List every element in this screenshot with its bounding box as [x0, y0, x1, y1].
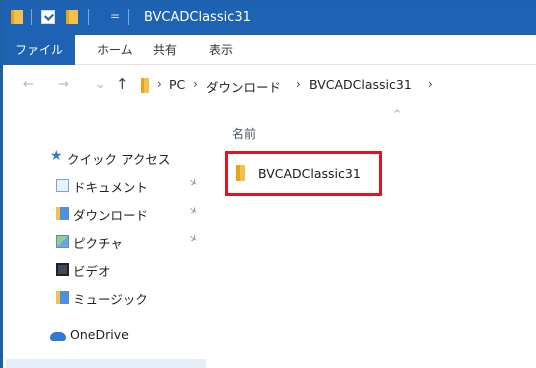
sidebar-item-label: ドキュメント: [73, 180, 149, 195]
sidebar-item-this-pc-partial[interactable]: [6, 359, 206, 368]
chevron-right-icon[interactable]: ›: [428, 77, 433, 91]
sidebar-item-label: OneDrive: [70, 327, 129, 342]
back-button[interactable]: ←: [23, 77, 34, 92]
pictures-icon: [56, 235, 69, 248]
pin-icon: ✈: [186, 176, 200, 191]
ribbon-tabs: ファイル ホーム 共有 表示: [3, 35, 536, 65]
address-folder-icon: [141, 78, 149, 93]
sidebar-item-label: ミュージック: [73, 292, 148, 307]
tab-share[interactable]: 共有: [153, 35, 177, 65]
new-folder-icon[interactable]: [66, 10, 78, 24]
recent-locations-button[interactable]: ⌄: [95, 77, 106, 92]
title-separator: [31, 9, 32, 25]
column-header-name[interactable]: 名前: [232, 125, 256, 142]
highlight-box: [225, 151, 382, 196]
tab-home[interactable]: ホーム: [97, 35, 133, 65]
chevron-right-icon[interactable]: ›: [157, 77, 162, 91]
properties-check-icon[interactable]: [41, 10, 55, 24]
pin-icon: ✈: [186, 204, 200, 219]
sidebar-item-label: ビデオ: [73, 264, 111, 279]
chevron-right-icon[interactable]: ›: [296, 77, 301, 91]
title-bar: = BVCADClassic31: [3, 1, 536, 35]
customize-toolbar-icon[interactable]: =: [110, 9, 120, 23]
forward-button[interactable]: →: [58, 77, 69, 92]
up-button[interactable]: ↑: [116, 75, 129, 93]
documents-icon: [56, 179, 69, 192]
window-title: BVCADClassic31: [144, 10, 251, 25]
breadcrumb-pc[interactable]: PC: [169, 77, 185, 92]
navigation-pane: ★ クイック アクセス ドキュメント ✈ ダウンロード ✈ ピクチャ ✈ ビデオ…: [6, 131, 206, 368]
tab-view[interactable]: 表示: [209, 35, 233, 65]
onedrive-icon: [50, 332, 66, 341]
sidebar-item-label: ピクチャ: [73, 236, 123, 251]
sidebar-item-label: ダウンロード: [73, 208, 149, 223]
folder-icon: [11, 10, 23, 24]
sort-ascending-icon: ^: [393, 109, 402, 120]
address-bar: ← → ⌄ ↑ › PC › ダウンロード › BVCADClassic31 ›: [3, 65, 536, 105]
breadcrumb-downloads[interactable]: ダウンロード: [206, 77, 281, 96]
title-separator: [88, 9, 89, 25]
star-icon: ★: [50, 148, 63, 164]
explorer-window: = BVCADClassic31 ファイル ホーム 共有 表示 ← → ⌄ ↑ …: [0, 0, 536, 368]
chevron-right-icon[interactable]: ›: [193, 77, 198, 91]
title-separator: [128, 9, 129, 25]
pin-icon: ✈: [186, 232, 200, 247]
music-icon: [56, 291, 69, 304]
sidebar-item-label: クイック アクセス: [67, 152, 171, 167]
downloads-icon: [56, 207, 69, 220]
videos-icon: [56, 263, 69, 276]
breadcrumb-current-folder[interactable]: BVCADClassic31: [309, 77, 412, 92]
tab-file[interactable]: ファイル: [3, 35, 75, 65]
